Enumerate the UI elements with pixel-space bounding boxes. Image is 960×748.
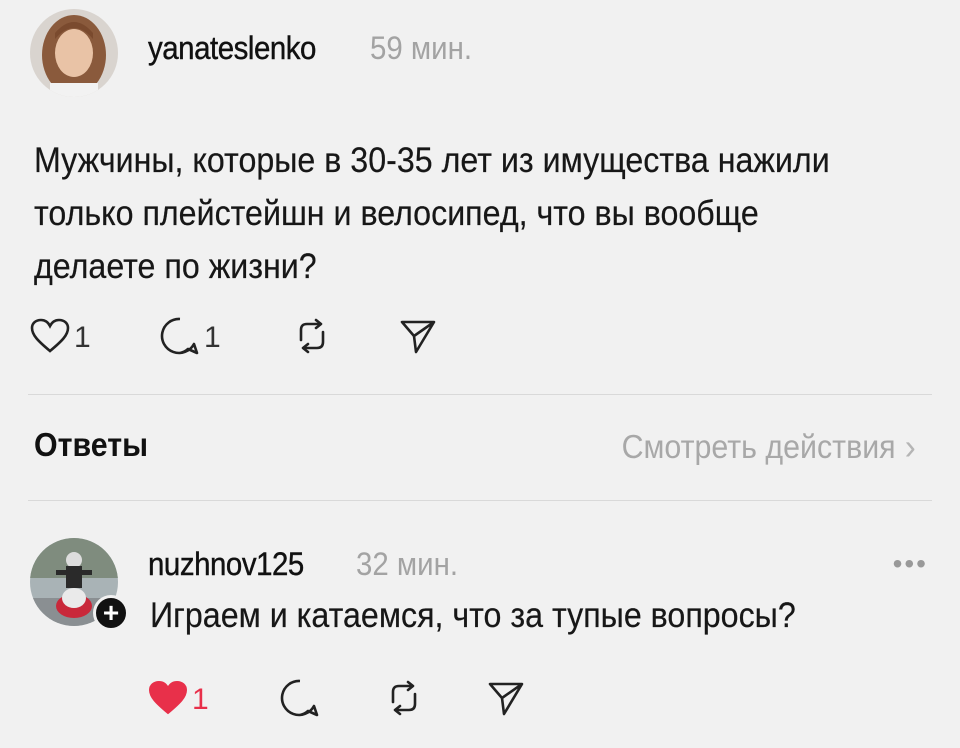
comment-icon [160, 316, 200, 361]
repost-icon [292, 316, 332, 361]
divider-top [28, 394, 932, 395]
heart-icon [30, 318, 70, 359]
share-icon [486, 678, 526, 723]
repost-button[interactable] [292, 316, 332, 360]
post-timestamp: 59 мин. [370, 30, 473, 66]
share-icon [398, 316, 438, 361]
view-activity-label: Смотреть действия [621, 428, 896, 465]
reply-comment-button[interactable] [280, 678, 320, 722]
like-count: 1 [74, 321, 91, 354]
reply-repost-button[interactable] [384, 678, 424, 722]
reply-share-button[interactable] [486, 678, 526, 722]
author-username[interactable]: yanateslenko [148, 30, 317, 67]
like-button[interactable]: 1 [30, 316, 91, 360]
reply-actions: 1 [148, 678, 528, 722]
more-icon[interactable]: ••• [893, 548, 928, 580]
share-button[interactable] [398, 316, 438, 360]
view-activity-link[interactable]: Смотреть действия › [622, 426, 916, 468]
comment-icon [280, 678, 320, 723]
comment-button[interactable]: 1 [160, 316, 221, 360]
chevron-right-icon: › [904, 426, 916, 467]
reply-like-button[interactable]: 1 [148, 678, 209, 722]
author-avatar[interactable] [30, 9, 118, 97]
heart-icon [148, 680, 188, 721]
comment-count: 1 [204, 321, 221, 354]
divider-bottom [28, 500, 932, 501]
repost-icon [384, 678, 424, 723]
post-actions: 1 1 [30, 316, 450, 360]
reply-text: Играем и катаемся, что за тупые вопросы? [150, 596, 796, 635]
post-text: Мужчины, которые в 30-35 лет из имуществ… [34, 141, 830, 286]
follow-plus-icon[interactable]: + [93, 595, 129, 631]
replies-heading: Ответы [34, 426, 149, 463]
reply-like-count: 1 [192, 683, 209, 716]
reply-timestamp: 32 мин. [356, 546, 459, 582]
reply-author-username[interactable]: nuzhnov125 [148, 546, 305, 583]
